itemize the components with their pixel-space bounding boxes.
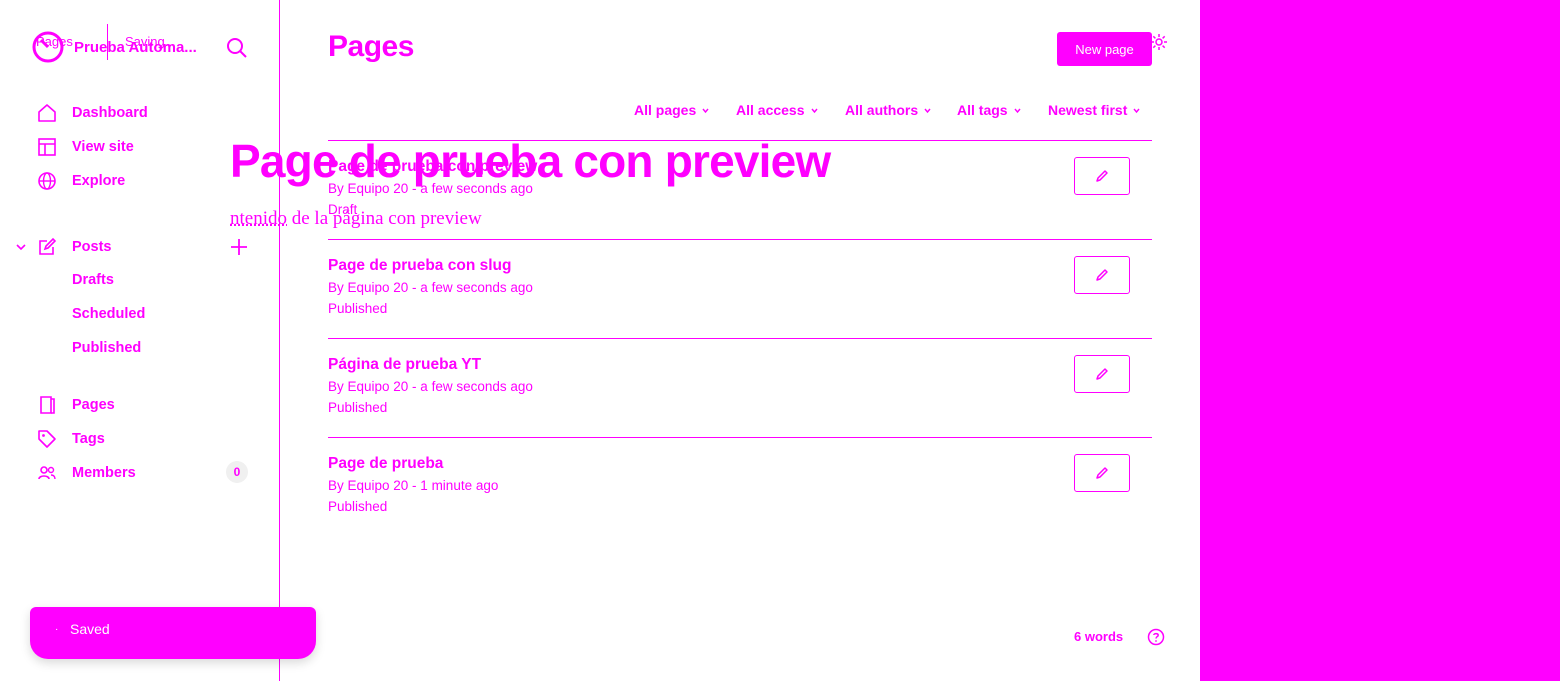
page-row-status: Published [328,400,388,415]
edit-page-button[interactable] [1074,454,1130,492]
filter-label: All pages [634,102,697,118]
chevron-down-icon [1013,106,1022,115]
chevron-down-icon[interactable] [14,240,28,254]
row-divider [328,338,1152,339]
edit-page-button[interactable] [1074,256,1130,294]
page-title: Pages [328,30,414,63]
sidebar-item-label: Pages [72,397,115,413]
sidebar-subitem-published[interactable]: Published [72,340,141,356]
sidebar-item-posts[interactable]: Posts [36,235,112,259]
globe-icon [36,170,58,192]
members-count-badge: 0 [226,461,248,483]
pencil-icon [1094,465,1110,481]
edit-page-button[interactable] [1074,355,1130,393]
pencil-icon [1094,366,1110,382]
sidebar-item-label: Dashboard [72,105,148,121]
page-row-meta: By Equipo 20 - a few seconds ago [328,280,533,295]
pencil-icon [1094,267,1110,283]
filter-access-dropdown[interactable]: All access [736,102,819,118]
edit-icon [36,236,58,258]
page-icon [36,394,58,416]
filter-order-dropdown[interactable]: Newest first [1048,102,1141,118]
page-row-title[interactable]: Page de prueba con slug [328,257,511,275]
editor-title[interactable]: Page de prueba con preview [230,134,831,188]
sidebar-item-view-site[interactable]: View site [36,135,134,159]
saved-notification-label: Saved [70,621,110,637]
filter-authors-dropdown[interactable]: All authors [845,102,932,118]
chevron-down-icon [701,106,710,115]
filter-tags-dropdown[interactable]: All tags [957,102,1022,118]
save-status: Saving... [125,34,176,49]
page-row-meta: By Equipo 20 - 1 minute ago [328,478,499,493]
side-panel [1200,0,1560,681]
filter-type-dropdown[interactable]: All pages [634,102,710,118]
editor-body[interactable]: ntenido de la página con preview [230,208,482,230]
sidebar-item-label: Explore [72,173,126,189]
sidebar-item-pages[interactable]: Pages [36,393,115,417]
page-row-meta: By Equipo 20 - a few seconds ago [328,379,533,394]
chevron-down-icon [923,106,932,115]
page-row-title[interactable]: Página de prueba YT [328,356,481,374]
sidebar-divider [279,0,280,681]
word-count: 6 words [1074,629,1124,644]
row-divider [328,239,1152,240]
sidebar-item-explore[interactable]: Explore [36,169,125,193]
gear-icon[interactable] [1150,33,1168,51]
filter-label: All tags [957,102,1008,118]
pencil-icon [1094,168,1110,184]
sidebar-item-label: Members [72,465,136,481]
sidebar-item-members[interactable]: Members [36,461,136,485]
home-icon [36,102,58,124]
layout-icon [36,136,58,158]
help-icon[interactable] [1147,628,1165,646]
sidebar-subitem-drafts[interactable]: Drafts [72,272,114,288]
sidebar-item-label: View site [72,139,134,155]
tag-icon [36,428,58,450]
filter-label: All authors [845,102,919,118]
sidebar-item-dashboard[interactable]: Dashboard [36,101,148,125]
search-icon[interactable] [226,37,248,59]
sidebar-item-label: Tags [72,431,105,447]
back-to-pages-link[interactable]: Pages [36,34,73,49]
chevron-down-icon [810,106,819,115]
members-icon [36,462,58,484]
check-icon: · [55,624,59,635]
new-page-button[interactable]: New page [1057,32,1152,66]
editor-body-text: de la página con preview [287,208,482,229]
filter-label: Newest first [1048,102,1128,118]
chevron-down-icon [1132,106,1141,115]
editor-divider [107,24,108,60]
page-row-title[interactable]: Page de prueba [328,455,443,473]
page-row-status: Published [328,499,388,514]
editor-body-misspelled: ntenido [230,208,287,229]
edit-page-button[interactable] [1074,157,1130,195]
sidebar-subitem-scheduled[interactable]: Scheduled [72,306,145,322]
row-divider [328,437,1152,438]
page-row-status: Published [328,301,388,316]
add-post-icon[interactable] [229,237,249,257]
sidebar-item-label: Posts [72,239,112,255]
sidebar-item-tags[interactable]: Tags [36,427,105,451]
filter-label: All access [736,102,805,118]
